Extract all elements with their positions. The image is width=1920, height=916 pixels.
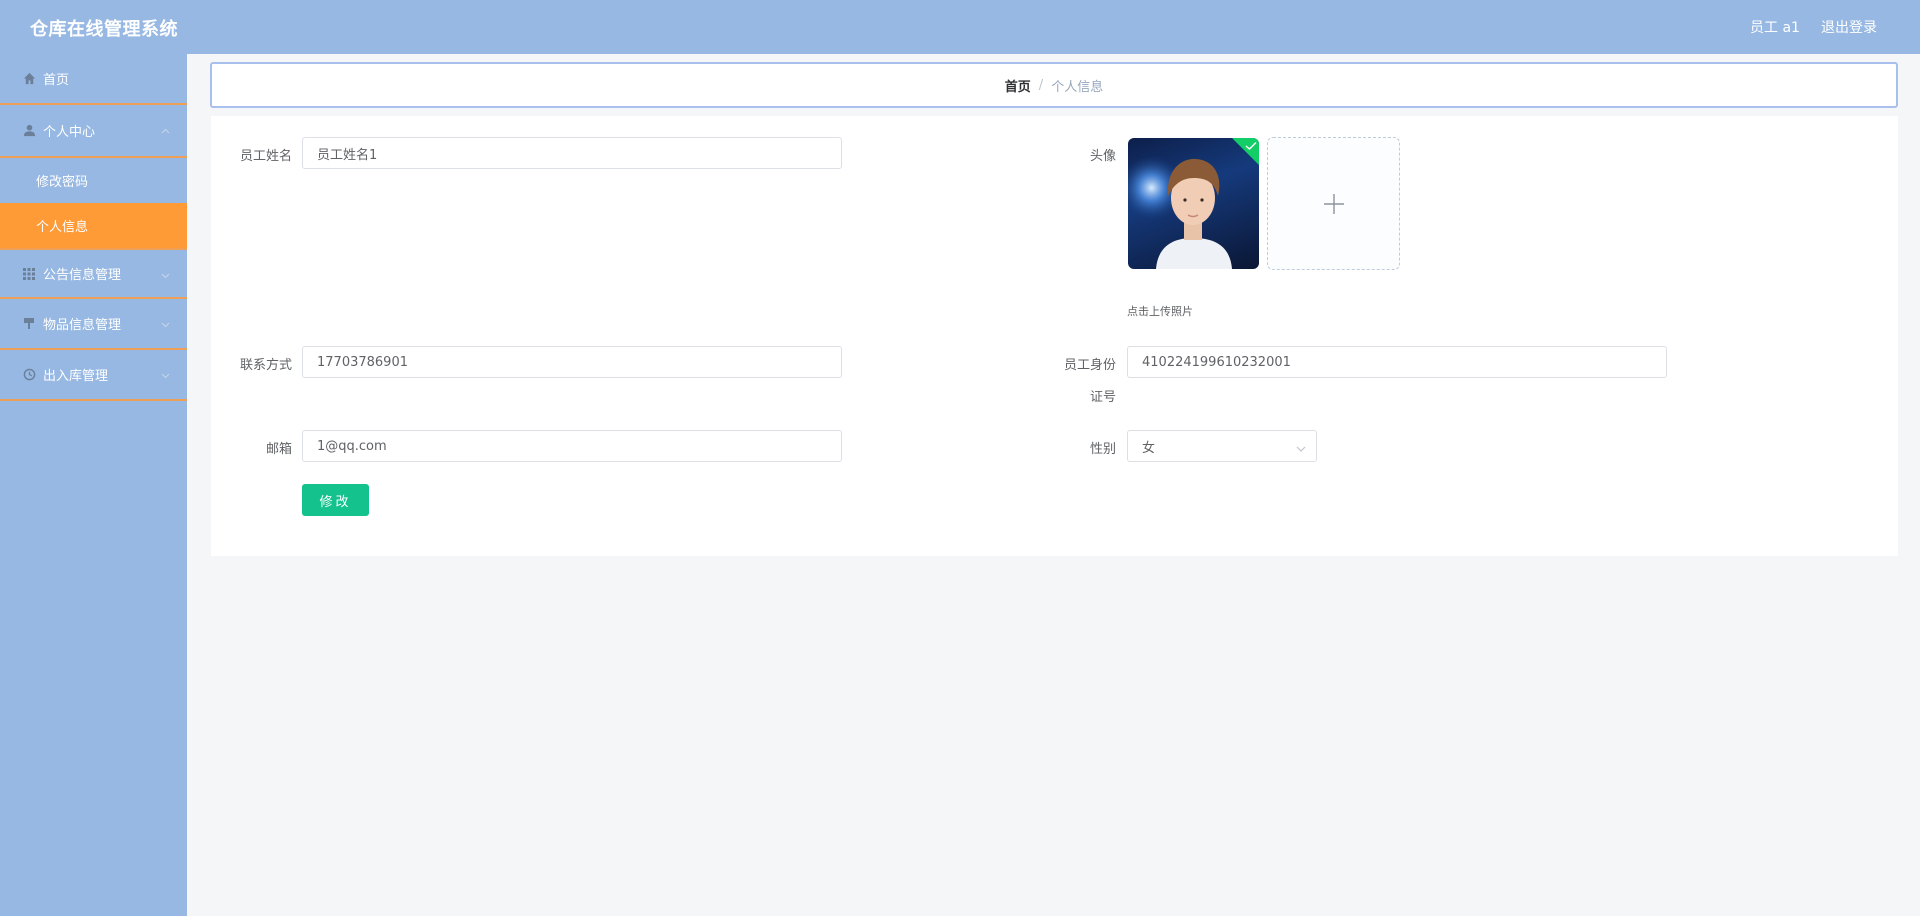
chevron-down-icon xyxy=(161,268,170,279)
app-title: 仓库在线管理系统 xyxy=(30,19,178,40)
breadcrumb-separator: / xyxy=(1038,77,1044,93)
user-icon xyxy=(22,124,36,138)
name-label: 员工姓名 xyxy=(239,149,292,164)
form-panel xyxy=(211,116,1898,556)
breadcrumb-current: 个人信息 xyxy=(1051,79,1104,95)
idcard-label-line1: 员工身份 xyxy=(1063,358,1116,373)
goods-icon xyxy=(22,317,36,331)
name-input[interactable]: 员工姓名1 xyxy=(302,137,842,169)
upload-avatar-button[interactable] xyxy=(1267,137,1400,270)
sidebar-item-label: 出入库管理 xyxy=(43,369,109,384)
avatar-label: 头像 xyxy=(1089,149,1116,164)
sidebar-item-label: 物品信息管理 xyxy=(43,318,122,333)
breadcrumb: 首页 / 个人信息 xyxy=(210,62,1898,108)
upload-tip: 点击上传照片 xyxy=(1127,305,1193,318)
chevron-down-icon xyxy=(161,317,170,328)
sidebar: 首页 个人中心 修改密码 个人信息 公告信息管理 物品信息管理 出入库管理 xyxy=(0,54,187,916)
email-label: 邮箱 xyxy=(265,442,292,457)
clock-icon xyxy=(22,368,36,382)
gender-label: 性别 xyxy=(1089,442,1116,457)
sidebar-subitem-personal-info[interactable]: 个人信息 xyxy=(0,203,187,248)
avatar-photo xyxy=(1128,138,1259,269)
idcard-label-line2: 证号 xyxy=(1089,390,1116,405)
modify-button[interactable]: 修改 xyxy=(302,484,369,516)
sidebar-item-label: 个人中心 xyxy=(43,125,96,140)
home-icon xyxy=(22,72,36,86)
phone-label: 联系方式 xyxy=(239,358,292,373)
chevron-up-icon xyxy=(161,123,170,134)
chevron-down-icon xyxy=(1296,441,1306,456)
sidebar-item-label: 公告信息管理 xyxy=(43,268,122,283)
gender-selected-value: 女 xyxy=(1142,440,1156,456)
plus-icon xyxy=(1323,193,1344,214)
email-input[interactable]: 1@qq.com xyxy=(302,430,842,462)
sidebar-item-stock-management[interactable]: 出入库管理 xyxy=(0,350,187,401)
breadcrumb-home[interactable]: 首页 xyxy=(1005,76,1031,95)
sidebar-item-personal-center[interactable]: 个人中心 xyxy=(0,105,187,158)
chevron-down-icon xyxy=(161,368,170,379)
sidebar-item-home[interactable]: 首页 xyxy=(0,54,187,105)
top-header: 仓库在线管理系统 员工 a1 退出登录 xyxy=(0,0,1920,54)
avatar-image[interactable] xyxy=(1128,138,1259,269)
grid-icon xyxy=(22,267,36,281)
sidebar-subitem-change-password[interactable]: 修改密码 xyxy=(0,158,187,203)
check-icon xyxy=(1245,142,1257,150)
sidebar-item-notice-management[interactable]: 公告信息管理 xyxy=(0,248,187,299)
logout-link[interactable]: 退出登录 xyxy=(1821,17,1877,37)
sidebar-item-label: 首页 xyxy=(43,73,70,88)
idcard-input[interactable]: 410224199610232001 xyxy=(1127,346,1667,378)
sidebar-item-goods-management[interactable]: 物品信息管理 xyxy=(0,299,187,350)
current-user: 员工 a1 xyxy=(1750,20,1800,36)
gender-select[interactable]: 女 xyxy=(1127,430,1317,462)
phone-input[interactable]: 17703786901 xyxy=(302,346,842,378)
